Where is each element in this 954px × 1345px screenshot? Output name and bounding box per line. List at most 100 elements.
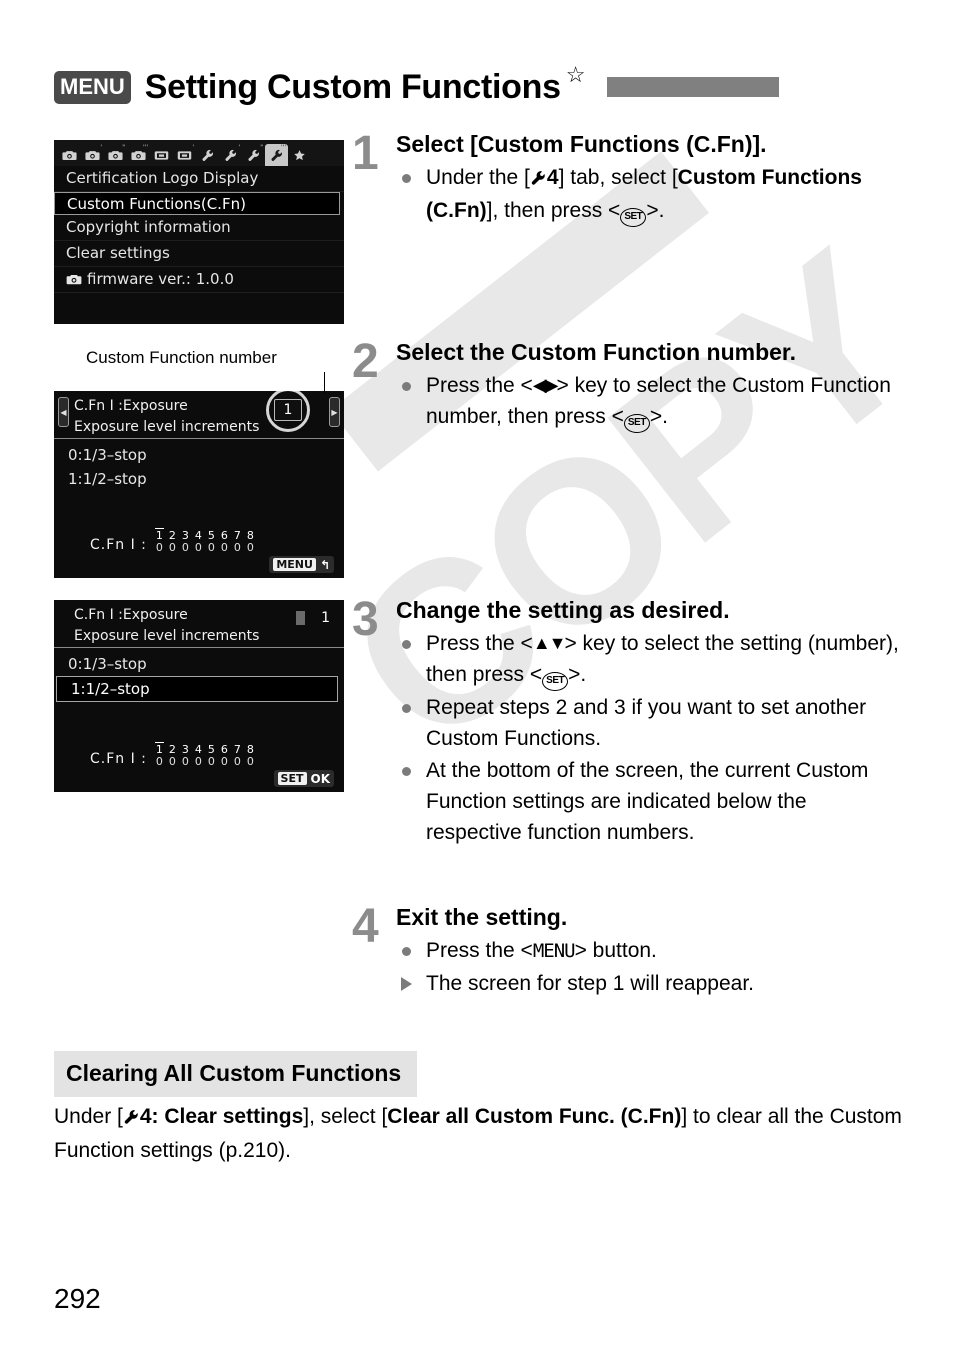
cfn-column-4: 40 (192, 744, 205, 768)
step-bullet-1: Press the <MENU> button. (396, 935, 900, 967)
menu-item-3[interactable]: Copyright information (54, 215, 344, 241)
cfn-number-box: 1 (296, 608, 330, 628)
cfn-column-value: 0 (207, 541, 215, 554)
cfn-option-1[interactable]: 1:1/2–stop (54, 467, 344, 491)
menu-empty-area (54, 293, 344, 324)
cfn-option-list[interactable]: 0:1/3–stop 1:1/2–stop (54, 648, 344, 702)
cfn-column-index: 6 (220, 743, 228, 756)
cfn-column-value: 0 (155, 541, 163, 554)
text: At the bottom of the screen, the current… (426, 759, 869, 844)
step-body: Select [Custom Functions (C.Fn)]. Under t… (396, 130, 900, 227)
cfn-column-index: 8 (246, 529, 254, 542)
cfn-column-index: 2 (168, 743, 176, 756)
cfn-option-0[interactable]: 0:1/3–stop (54, 443, 344, 467)
text: ], select [ (303, 1105, 388, 1128)
bullet-dot-icon (402, 174, 411, 183)
menu-key-label: MENU (273, 558, 316, 571)
step-heading: Select the Custom Function number. (396, 339, 796, 365)
cfn-header: ◀ ▶ C.Fn I :Exposure Exposure level incr… (54, 391, 344, 439)
next-arrow-icon[interactable]: ▶ (329, 397, 340, 427)
tab-camera-3[interactable]: " (104, 144, 127, 166)
cfn-column-index: 3 (181, 743, 189, 756)
cfn-column-2: 20 (166, 530, 179, 554)
star-icon: ☆ (565, 62, 586, 87)
cfn-settings-grid: C.Fn I : 1020304050607080 (90, 742, 257, 768)
bullet-dot-icon (402, 947, 411, 956)
menu-item-list[interactable]: Certification Logo Display Custom Functio… (54, 166, 344, 324)
bold-text: 4 (546, 166, 559, 189)
caption-custom-function-number: Custom Function number (86, 348, 277, 367)
cfn-footer: C.Fn I : 1020304050607080 MENU ↰ (54, 518, 344, 578)
cfn-footer-label: C.Fn I : (90, 537, 147, 553)
text: Under [ (54, 1105, 123, 1128)
tab-wrench-10[interactable]: ''' (265, 144, 288, 166)
tab-wrench-7[interactable] (196, 144, 219, 166)
step-body: Change the setting as desired. Press the … (396, 596, 900, 848)
cfn-column-index: 2 (168, 529, 176, 542)
cfn-column-index: 8 (246, 743, 254, 756)
tab-superscript: ' (100, 144, 102, 151)
cfn-column-index: 4 (194, 743, 202, 756)
cfn-option-0[interactable]: 0:1/3–stop (54, 652, 344, 676)
step-4: 4 Exit the setting. Press the <MENU> butto… (352, 903, 900, 1000)
cfn-column-3: 30 (179, 530, 192, 554)
cfn-column-5: 50 (205, 744, 218, 768)
set-button-icon: SET (542, 672, 569, 691)
bullet-dot-icon (402, 640, 411, 649)
cfn-number-columns: 1020304050607080 (153, 742, 257, 768)
step-number-3: 3 (352, 593, 379, 646)
menu-return-button[interactable]: MENU ↰ (269, 556, 334, 573)
menu-item-1[interactable]: Certification Logo Display (54, 166, 344, 192)
tab-star-11[interactable] (288, 144, 311, 166)
camera-icon (62, 150, 77, 161)
text: Press the < (426, 374, 533, 397)
set-ok-button[interactable]: SET OK (273, 770, 334, 787)
text: ] tab, select [ (558, 166, 678, 189)
cfn-column-value: 0 (194, 541, 202, 554)
step-body: Select the Custom Function number. Press … (396, 338, 900, 433)
bullet-dot-icon (402, 704, 411, 713)
tab-camera-1[interactable] (58, 144, 81, 166)
camera-icon (85, 150, 100, 161)
ok-label: OK (310, 771, 331, 786)
menu-item-2[interactable]: Custom Functions(C.Fn) (54, 192, 340, 215)
cfn-column-value: 0 (168, 755, 176, 768)
section-heading: Clearing All Custom Functions (54, 1051, 418, 1097)
tab-playback-5[interactable] (150, 144, 173, 166)
prev-arrow-icon[interactable]: ◀ (58, 397, 69, 427)
camera-icon (108, 150, 123, 161)
tab-wrench-9[interactable]: " (242, 144, 265, 166)
menu-tab-bar[interactable]: ' " ''' ' ' " ''' (54, 140, 344, 166)
cfn-column-index: 1 (153, 528, 166, 542)
cfn-column-index: 3 (181, 529, 189, 542)
cfn-option-1[interactable]: 1:1/2–stop (56, 676, 338, 702)
step-bullet-1: Under the [4] tab, select [Custom Functi… (396, 162, 900, 227)
cfn-column-value: 0 (194, 755, 202, 768)
set-button-icon: SET (620, 208, 647, 227)
menu-item-5[interactable]: firmware ver.: 1.0.0 (54, 267, 344, 293)
step-3: 3 Change the setting as desired. Press the… (352, 596, 900, 849)
title-accent-bar (607, 77, 780, 97)
cfn-column-index: 5 (207, 529, 215, 542)
cfn-header: C.Fn I :Exposure Exposure level incremen… (54, 600, 344, 648)
step-heading: Change the setting as desired. (396, 597, 730, 623)
left-right-key-icon: ◀▶ (532, 375, 559, 395)
menu-item-4[interactable]: Clear settings (54, 241, 344, 267)
cfn-function-title: Exposure level increments (74, 628, 260, 644)
menu-item-label: Certification Logo Display (66, 169, 259, 187)
page-title-row: MENU Setting Custom Functions ☆ (54, 60, 900, 114)
cfn-column-value: 0 (181, 541, 189, 554)
camera-icon (66, 268, 82, 293)
cfn-column-value: 0 (181, 755, 189, 768)
bold-text: Clear all Custom Func. (C.Fn) (387, 1105, 682, 1128)
tab-wrench-8[interactable]: ' (219, 144, 242, 166)
tab-camera-2[interactable]: ' (81, 144, 104, 166)
tab-camera-4[interactable]: ''' (127, 144, 150, 166)
text: >. (649, 405, 668, 428)
set-button-icon: SET (623, 414, 650, 433)
cfn-column-value: 0 (233, 755, 241, 768)
step-2: 2 Select the Custom Function number. Press… (352, 338, 900, 434)
tab-playback-6[interactable]: ' (173, 144, 196, 166)
cfn-number-columns: 1020304050607080 (153, 528, 257, 554)
cfn-option-list[interactable]: 0:1/3–stop 1:1/2–stop (54, 439, 344, 491)
